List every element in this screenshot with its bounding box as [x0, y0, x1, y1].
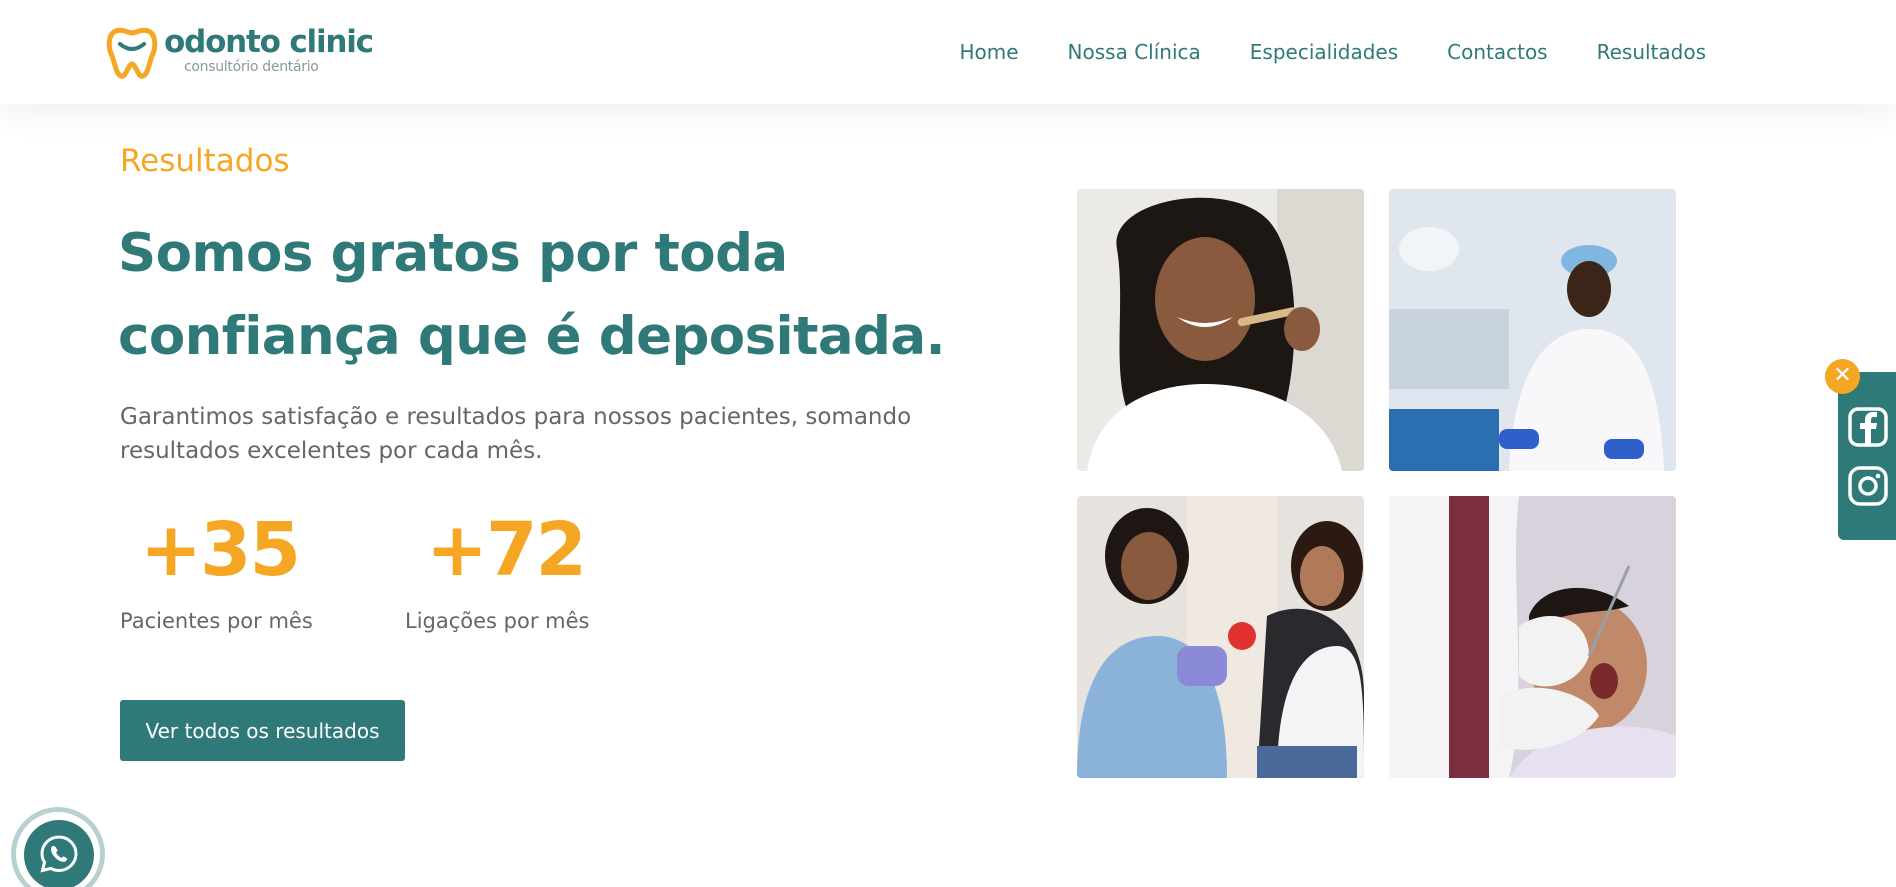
- stat-label: Pacientes por mês: [120, 609, 313, 633]
- stat-value: +35: [140, 507, 301, 593]
- nav-resultados[interactable]: Resultados: [1597, 40, 1706, 64]
- nav-nossa-clinica[interactable]: Nossa Clínica: [1068, 40, 1201, 64]
- whatsapp-icon: [40, 835, 78, 873]
- stat-value: +72: [426, 507, 587, 593]
- brand-name: odonto clinic: [164, 24, 374, 60]
- view-all-results-button[interactable]: Ver todos os resultados: [120, 700, 405, 761]
- headline: Somos gratos por toda confiança que é de…: [118, 212, 968, 378]
- close-social-button[interactable]: ✕: [1825, 359, 1860, 394]
- stat-patients: +35 Pacientes por mês: [120, 505, 313, 633]
- headline-line-1: Somos gratos por toda: [118, 223, 788, 284]
- whatsapp-button[interactable]: [24, 820, 94, 887]
- dental-exam-photo: [1389, 496, 1676, 778]
- headline-line-2: confiança que é depositada.: [118, 306, 946, 367]
- nav-contactos[interactable]: Contactos: [1447, 40, 1547, 64]
- site-header: odonto clinic consultório dentário Home …: [0, 0, 1896, 104]
- tooth-logo-icon: [106, 27, 158, 79]
- instagram-icon[interactable]: [1847, 465, 1889, 507]
- nav-home[interactable]: Home: [959, 40, 1018, 64]
- social-sidebar: [1838, 372, 1896, 540]
- logo[interactable]: odonto clinic consultório dentário: [104, 24, 374, 80]
- nav-especialidades[interactable]: Especialidades: [1250, 40, 1398, 64]
- brand-tagline: consultório dentário: [184, 59, 319, 75]
- stat-label: Ligações por mês: [405, 609, 590, 633]
- dentist-child-photo: [1077, 496, 1364, 778]
- section-label: Resultados: [120, 143, 290, 179]
- dentist-smiling-photo: [1389, 189, 1676, 471]
- facebook-icon[interactable]: [1847, 406, 1889, 448]
- woman-toothbrush-photo: [1077, 189, 1364, 471]
- description: Garantimos satisfação e resultados para …: [120, 404, 912, 464]
- stat-calls: +72 Ligações por mês: [405, 505, 589, 633]
- main-nav: Home Nossa Clínica Especialidades Contac…: [910, 40, 1706, 64]
